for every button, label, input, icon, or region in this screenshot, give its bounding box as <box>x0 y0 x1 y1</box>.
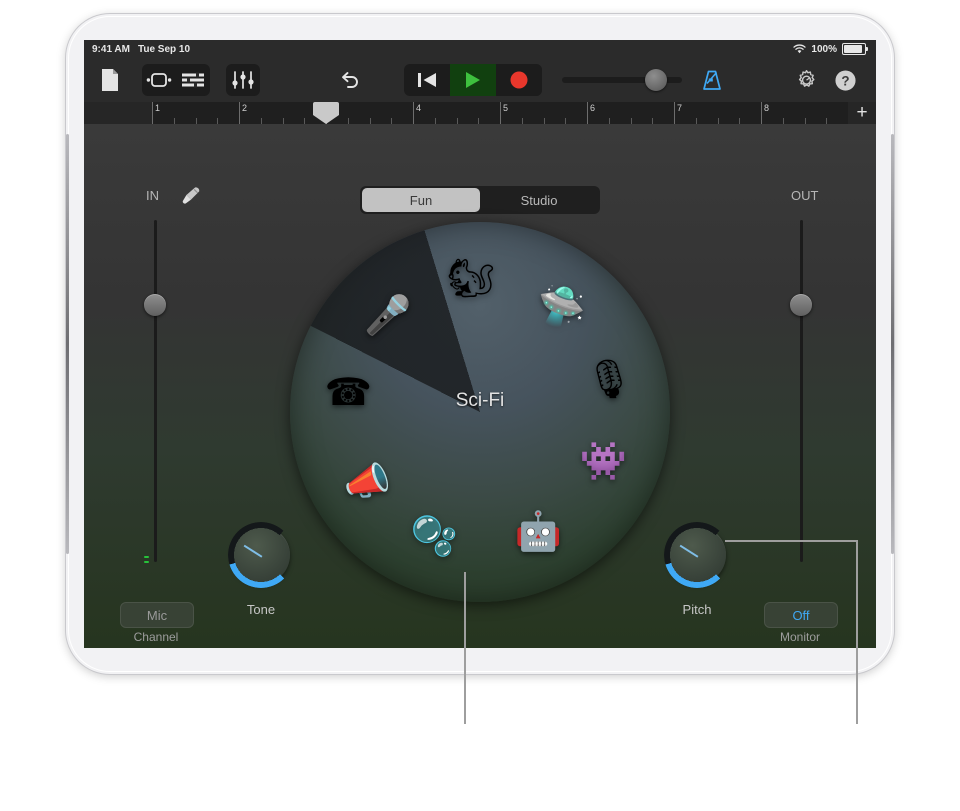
rewind-to-start-icon[interactable] <box>404 64 450 96</box>
ipad-device-frame: 9:41 AM Tue Sep 10 100% ? 1 2 4 5 6 7 8 … <box>66 14 894 674</box>
input-level-led <box>144 556 149 558</box>
wifi-icon <box>793 44 807 54</box>
input-label: IN <box>146 188 159 203</box>
megaphone-icon[interactable]: 📣 <box>335 450 399 514</box>
monster-icon[interactable]: 👾 <box>571 430 635 494</box>
telephone-icon[interactable]: ☎ <box>316 361 380 425</box>
playhead-tip <box>313 115 339 124</box>
ruler-bar-number: 2 <box>242 103 248 113</box>
audio-jack-icon <box>180 184 202 206</box>
sliders-icon[interactable] <box>226 64 260 96</box>
callout-line-monitor <box>856 540 858 724</box>
help-question-icon[interactable]: ? <box>829 64 861 96</box>
track-view-icon[interactable] <box>142 64 176 96</box>
battery-icon <box>842 43 868 55</box>
channel-label: Channel <box>133 630 179 644</box>
battery-percent-label: 100% <box>811 43 837 55</box>
playhead[interactable] <box>313 102 339 124</box>
input-fader-track[interactable] <box>154 220 157 562</box>
document-icon[interactable] <box>94 64 126 96</box>
output-fader-knob[interactable] <box>790 294 812 316</box>
mixer-list-icon[interactable] <box>176 64 210 96</box>
play-icon[interactable] <box>450 64 496 96</box>
volume-knob[interactable] <box>644 69 667 91</box>
status-time: 9:41 AM <box>92 43 130 55</box>
tone-knob[interactable] <box>228 522 294 588</box>
metronome-icon[interactable] <box>696 64 728 96</box>
ruler-bar-number: 7 <box>677 103 683 113</box>
device-left-edge <box>66 134 69 554</box>
main-toolbar: ? <box>84 58 876 102</box>
output-label: OUT <box>791 188 819 203</box>
svg-text:?: ? <box>841 73 849 88</box>
monitor-label: Monitor <box>779 630 820 644</box>
playhead-body <box>313 102 339 115</box>
ruler-bar-number: 1 <box>155 103 161 113</box>
pitch-knob[interactable] <box>664 522 730 588</box>
transport-controls <box>404 64 542 96</box>
status-bar: 9:41 AM Tue Sep 10 100% <box>84 40 876 58</box>
tab-fun[interactable]: Fun <box>362 188 480 212</box>
gold-mic-icon[interactable]: 🎤 <box>356 284 420 348</box>
ruler-bar-number: 5 <box>503 103 509 113</box>
ruler-bar-number: 4 <box>416 103 422 113</box>
timeline-ruler[interactable]: 12345678 + <box>84 102 876 124</box>
device-right-edge <box>891 134 894 554</box>
record-icon[interactable] <box>496 64 542 96</box>
status-date: Tue Sep 10 <box>137 43 191 55</box>
ufo-icon[interactable]: 🛸 <box>530 275 594 339</box>
robot-icon[interactable]: 🤖 <box>506 500 570 564</box>
callout-line-monitor-horizontal <box>725 540 857 542</box>
voice-effect-plugin: Fun Studio IN OUT Sci-Fi 🛸 🎙 👾 🤖 🫧 📣 ☎ 🎤… <box>84 124 876 648</box>
monitor-button[interactable]: Off <box>764 602 838 628</box>
effects-wheel[interactable]: Sci-Fi 🛸 🎙 👾 🤖 🫧 📣 ☎ 🎤 🐿 <box>290 222 670 602</box>
ruler-bar-strip[interactable]: 12345678 <box>152 102 848 124</box>
chipmunk-icon[interactable]: 🐿 <box>439 247 503 311</box>
bubbles-icon[interactable]: 🫧 <box>403 505 467 569</box>
status-bar-right: 100% <box>793 43 876 55</box>
input-level-led <box>144 561 149 563</box>
ipad-screen: 9:41 AM Tue Sep 10 100% ? 1 2 4 5 6 7 8 … <box>84 40 876 648</box>
tone-label: Tone <box>246 602 276 617</box>
undo-arrow-icon[interactable] <box>334 64 366 96</box>
add-track-button[interactable]: + <box>852 103 872 124</box>
status-bar-left: 9:41 AM Tue Sep 10 <box>84 44 190 55</box>
callout-line-wheel <box>464 572 466 724</box>
ruler-bar-number: 6 <box>590 103 596 113</box>
ruler-bar-number: 8 <box>764 103 770 113</box>
tab-studio[interactable]: Studio <box>480 188 598 212</box>
studio-mic-icon[interactable]: 🎙 <box>577 348 641 412</box>
channel-button[interactable]: Mic <box>120 602 194 628</box>
output-fader-track[interactable] <box>800 220 803 562</box>
gear-icon[interactable] <box>790 64 822 96</box>
pitch-label: Pitch <box>682 602 712 617</box>
input-fader-knob[interactable] <box>144 294 166 316</box>
master-volume-slider[interactable] <box>562 69 682 91</box>
fun-studio-segmented-control[interactable]: Fun Studio <box>360 186 600 214</box>
